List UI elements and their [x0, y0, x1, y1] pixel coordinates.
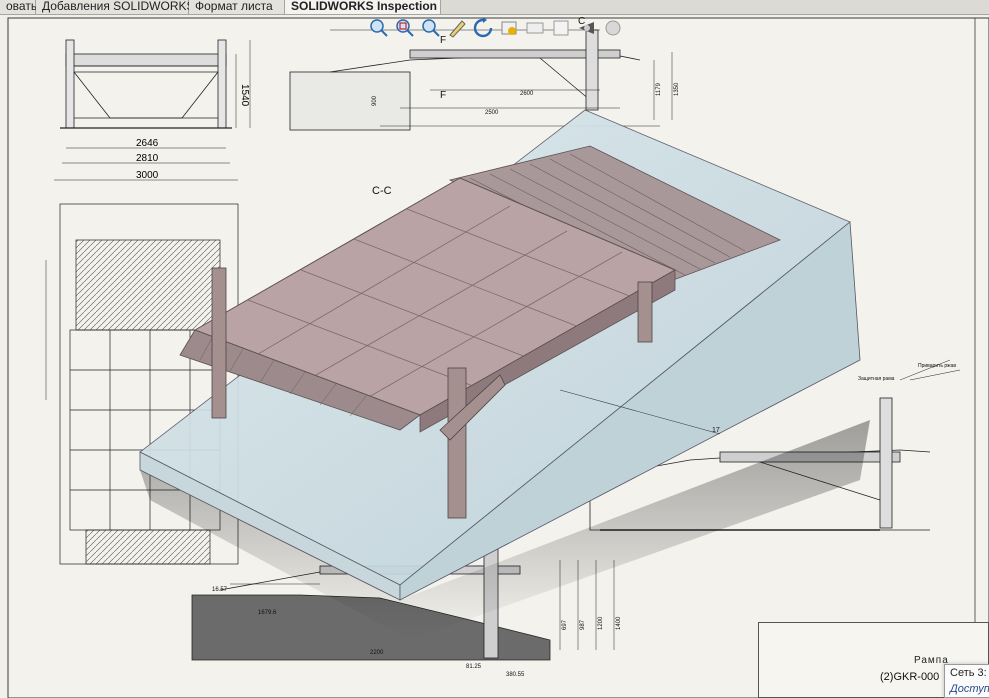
- network-access-status: Доступ: [950, 683, 989, 695]
- dim-380-55: 380.55: [506, 672, 525, 678]
- hide-show-icon[interactable]: [498, 17, 520, 39]
- dim-1179: 1179: [656, 82, 662, 96]
- dim-1350: 1350: [674, 82, 680, 96]
- f-mark-bottom: F: [440, 90, 446, 101]
- tab-partial[interactable]: овать: [0, 0, 37, 14]
- note-weld: Приварить ржав: [918, 363, 956, 369]
- dim-16-57: 16.57: [212, 587, 228, 593]
- dim-1400: 1400: [616, 616, 622, 630]
- drawing-code: (2)GKR-000: [880, 671, 940, 683]
- dim-2500: 2500: [485, 110, 499, 116]
- tab-solidworks-inspection[interactable]: SOLIDWORKS Inspection: [285, 0, 441, 14]
- dim-1679: 1679.6: [258, 610, 277, 616]
- tab-sheet-format[interactable]: Формат листа: [189, 0, 285, 14]
- zoom-area-icon[interactable]: [394, 17, 416, 39]
- drawing-canvas[interactable]: 2646 2810 3000 1540 2600 2500 900 1179 1…: [0, 15, 989, 698]
- command-tab-bar: овать Добавления SOLIDWORKS Формат листа…: [0, 0, 989, 15]
- apply-scene-icon[interactable]: [576, 17, 598, 39]
- dim-2810: 2810: [136, 153, 159, 164]
- item-17: 17: [712, 427, 720, 434]
- dim-81-25: 81.25: [466, 664, 482, 670]
- dim-697: 697: [562, 619, 568, 630]
- zoom-to-fit-icon[interactable]: [368, 17, 390, 39]
- dim-900: 900: [372, 95, 378, 106]
- view-settings-icon[interactable]: [524, 17, 546, 39]
- section-label-cc: C-C: [372, 185, 392, 197]
- dim-2200: 2200: [370, 650, 384, 656]
- dim-1200: 1200: [598, 616, 604, 630]
- sketch-tools-icon[interactable]: [446, 17, 468, 39]
- dim-1540: 1540: [239, 84, 250, 107]
- network-label: Сеть 3:: [950, 667, 987, 679]
- note-protect-frame: Защитная рама: [858, 376, 895, 382]
- dim-987: 987: [580, 619, 586, 630]
- previous-view-icon[interactable]: [420, 17, 442, 39]
- rebuild-icon[interactable]: [472, 17, 494, 39]
- display-style-icon[interactable]: [550, 17, 572, 39]
- section-view-icon[interactable]: [602, 17, 624, 39]
- dim-2600: 2600: [520, 91, 534, 97]
- heads-up-view-toolbar: [368, 15, 628, 43]
- tab-solidworks-addins[interactable]: Добавления SOLIDWORKS: [36, 0, 195, 14]
- dim-3000: 3000: [136, 170, 159, 181]
- dim-2646: 2646: [136, 138, 159, 149]
- network-notification[interactable]: Сеть 3: Доступ: [944, 664, 989, 698]
